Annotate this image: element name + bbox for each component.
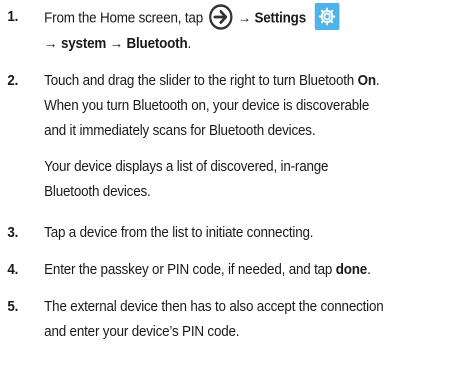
step-number: 5.	[7, 299, 19, 315]
step-text: From the Home screen, tap	[44, 10, 203, 27]
settings-gear-icon	[315, 3, 340, 30]
arrow-separator: →	[44, 36, 58, 52]
step-text: When you turn Bluetooth on, your device …	[44, 98, 370, 114]
step-text: and enter your device’s PIN code.	[44, 324, 240, 340]
step-text: Bluetooth devices.	[44, 184, 151, 200]
system-label: system	[60, 36, 107, 52]
settings-label: Settings	[254, 10, 307, 27]
step-text: Your device displays a list of discovere…	[44, 159, 329, 175]
arrow-separator: →	[109, 36, 123, 52]
on-label: On	[357, 73, 376, 89]
period: .	[187, 36, 192, 52]
step-body: The external device then has to also acc…	[44, 295, 469, 345]
step-text: The external device then has to also acc…	[44, 299, 384, 315]
step-text: Tap a device from the list to initiate c…	[44, 225, 314, 241]
step-text: Touch and drag the slider to the right t…	[44, 73, 355, 89]
step-body: Enter the passkey or PIN code, if needed…	[44, 258, 469, 283]
step-number: 1.	[7, 9, 19, 25]
period: .	[367, 262, 371, 278]
step-body: From the Home screen, tap → Settings → s…	[44, 3, 469, 57]
period: .	[375, 73, 380, 89]
step-text: Enter the passkey or PIN code, if needed…	[44, 262, 333, 278]
bluetooth-label: Bluetooth	[126, 36, 188, 52]
instruction-document: 1. From the Home screen, tap → Settings	[0, 0, 434, 365]
step-number: 2.	[7, 73, 19, 89]
step-body: Tap a device from the list to initiate c…	[44, 221, 469, 246]
step-body: Touch and drag the slider to the right t…	[44, 69, 469, 205]
apps-arrow-icon	[208, 3, 233, 30]
done-label: done	[335, 262, 368, 278]
step-number: 3.	[7, 225, 19, 241]
step-text: and it immediately scans for Bluetooth d…	[44, 123, 316, 139]
arrow-separator: →	[237, 10, 251, 27]
step-number: 4.	[7, 262, 19, 278]
